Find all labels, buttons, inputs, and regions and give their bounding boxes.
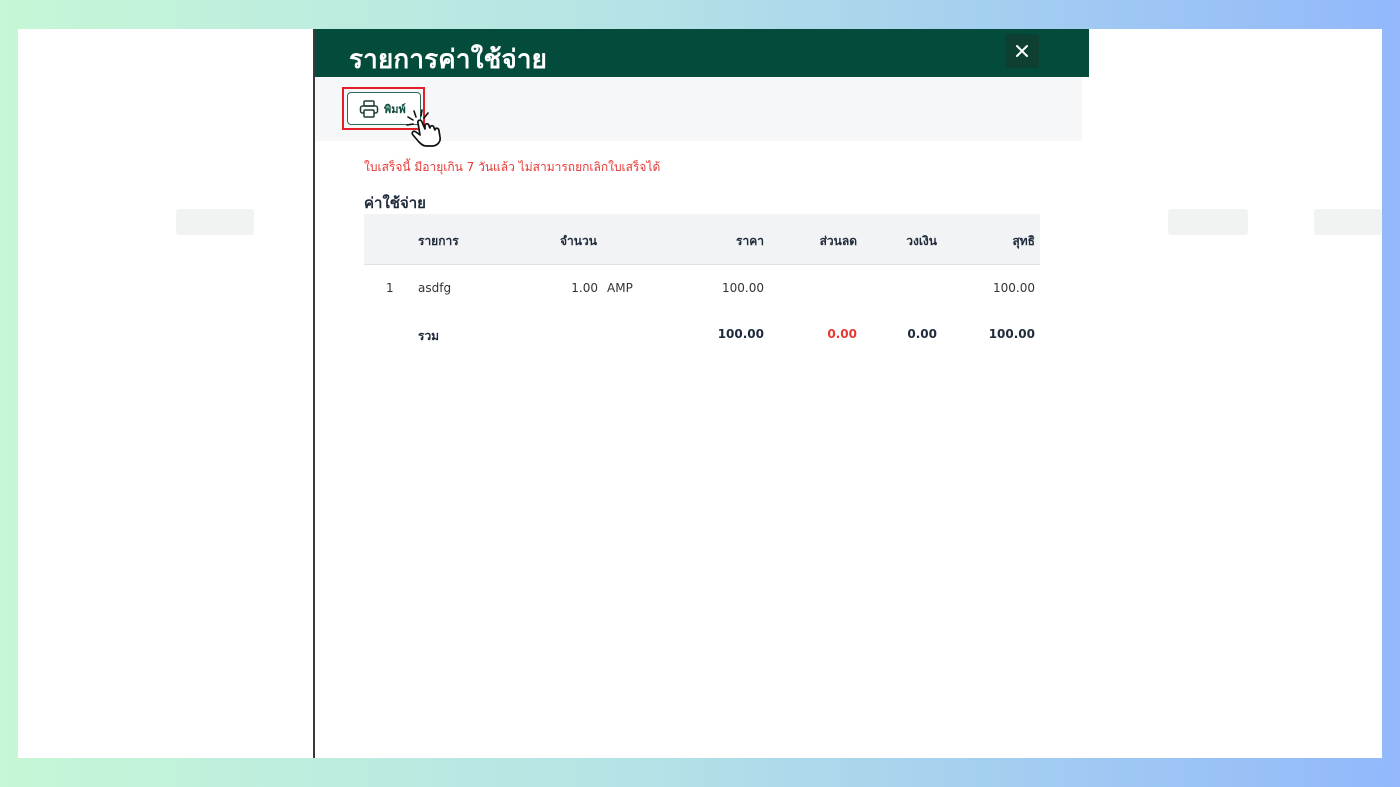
total-limit: 0.00	[907, 327, 937, 341]
row-net: 100.00	[993, 281, 1035, 295]
expense-modal: รายการค่าใช้จ่าย พิมพ์ ใบเสร็จนี้ มีอายุ…	[313, 29, 1089, 758]
total-discount: 0.00	[827, 327, 857, 341]
total-label: รวม	[418, 329, 440, 343]
hand-cursor-icon	[406, 109, 441, 147]
warning-message: ใบเสร็จนี้ มีอายุเกิน 7 วันแล้ว ไม่สามาร…	[364, 160, 661, 174]
background-placeholder	[176, 209, 254, 235]
row-price: 100.00	[722, 281, 764, 295]
total-row: รวม 100.00 0.00 0.00 100.00	[364, 311, 1040, 357]
header-discount: ส่วนลด	[819, 234, 857, 248]
total-price: 100.00	[717, 327, 764, 341]
modal-header: รายการค่าใช้จ่าย	[315, 29, 1089, 77]
header-qty: จำนวน	[560, 234, 597, 248]
print-button-label: พิมพ์	[384, 102, 406, 116]
background-placeholder	[1314, 209, 1382, 235]
modal-title: รายการค่าใช้จ่าย	[349, 45, 548, 75]
total-net: 100.00	[988, 327, 1035, 341]
table-header: รายการ จำนวน ราคา ส่วนลด วงเงิน สุทธิ	[364, 214, 1040, 265]
app-screen: รายการค่าใช้จ่าย พิมพ์ ใบเสร็จนี้ มีอายุ…	[18, 29, 1382, 758]
printer-icon	[359, 99, 379, 118]
row-unit: AMP	[607, 281, 633, 295]
row-qty: 1.00	[571, 281, 598, 295]
expense-table: รายการ จำนวน ราคา ส่วนลด วงเงิน สุทธิ 1 …	[364, 214, 1040, 357]
header-item: รายการ	[418, 234, 459, 248]
table-row[interactable]: 1 asdfg 1.00 AMP 100.00 100.00	[364, 265, 1040, 311]
header-limit: วงเงิน	[906, 234, 937, 248]
close-button[interactable]	[1005, 34, 1039, 68]
header-net: สุทธิ	[1012, 234, 1035, 248]
row-number: 1	[386, 281, 394, 295]
row-item: asdfg	[418, 281, 452, 295]
background-placeholder	[1168, 209, 1248, 235]
close-icon	[1016, 45, 1028, 57]
header-price: ราคา	[736, 234, 764, 248]
modal-toolbar: พิมพ์	[315, 77, 1082, 147]
section-title: ค่าใช้จ่าย	[364, 194, 426, 212]
